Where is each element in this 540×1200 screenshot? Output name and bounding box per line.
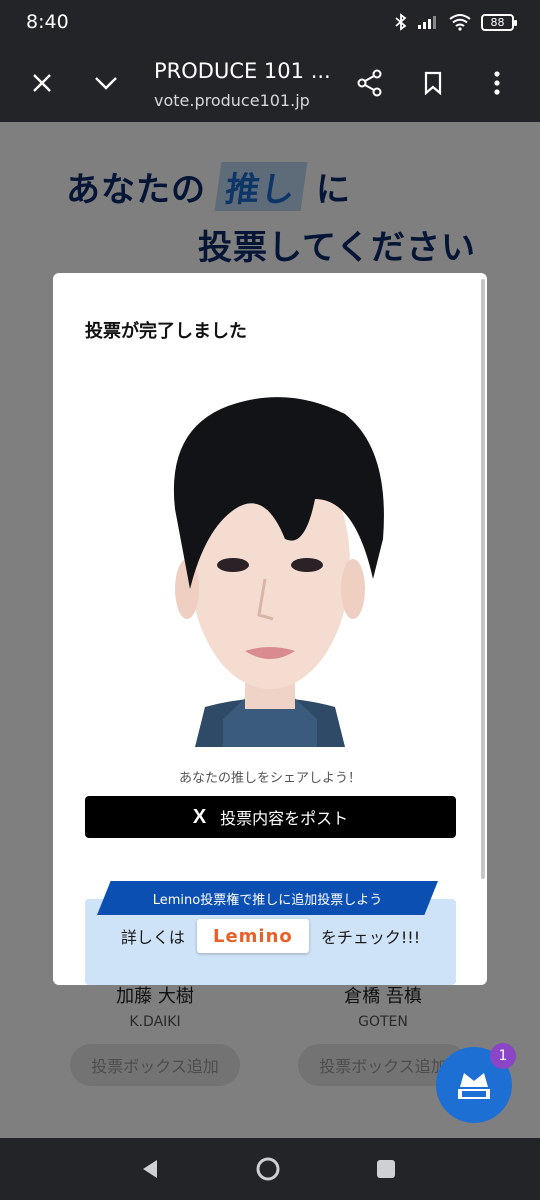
page-title[interactable]: PRODUCE 101 ... bbox=[154, 59, 331, 83]
close-icon[interactable] bbox=[20, 61, 64, 105]
vote-count-badge: 1 bbox=[490, 1043, 516, 1069]
signal-icon bbox=[418, 16, 436, 29]
lemino-logo[interactable]: Lemino bbox=[196, 919, 309, 953]
lemino-banner[interactable]: Lemino投票権で推しに追加投票しよう 詳しくは Lemino をチェック!!… bbox=[85, 881, 456, 985]
share-icon[interactable] bbox=[348, 61, 392, 105]
post-vote-button[interactable]: X 投票内容をポスト bbox=[85, 796, 456, 838]
screen: 8:40 88 PRODUCE 101 ... vote.produce101.… bbox=[0, 0, 540, 1200]
web-page: あなたの推しに 投票してください 加藤 大樹 K.DAIKI 投票ボックス追加 … bbox=[0, 122, 540, 1138]
home-icon[interactable] bbox=[251, 1152, 285, 1186]
lemino-cta: 詳しくは Lemino をチェック!!! bbox=[85, 919, 456, 953]
modal-scrollbar[interactable] bbox=[481, 279, 485, 879]
wifi-icon bbox=[449, 14, 471, 31]
status-icons: 88 bbox=[394, 13, 517, 31]
status-time: 8:40 bbox=[26, 11, 69, 33]
recents-icon[interactable] bbox=[369, 1152, 403, 1186]
lemino-suffix: をチェック!!! bbox=[320, 928, 421, 947]
vote-box-fab[interactable]: 1 bbox=[436, 1043, 516, 1123]
bluetooth-icon bbox=[395, 13, 407, 31]
lemino-prefix: 詳しくは bbox=[120, 928, 185, 947]
status-bar: 8:40 88 bbox=[0, 0, 540, 44]
candidate-portrait bbox=[145, 389, 395, 747]
share-prompt: あなたの推しをシェアしよう！ bbox=[178, 771, 361, 786]
back-icon[interactable] bbox=[133, 1152, 167, 1186]
lemino-ribbon: Lemino投票権で推しに追加投票しよう bbox=[97, 881, 438, 915]
crown-box-icon bbox=[458, 1073, 490, 1099]
modal-title: 投票が完了しました bbox=[85, 321, 247, 342]
page-url[interactable]: vote.produce101.jp bbox=[154, 91, 310, 110]
battery-icon: 88 bbox=[481, 13, 517, 31]
more-options-icon[interactable] bbox=[475, 61, 519, 105]
vote-complete-modal: 投票が完了しました あなたの推しをシェアしよう！ X 投票内容をポスト Lemi… bbox=[53, 273, 487, 985]
bookmark-icon[interactable] bbox=[411, 61, 455, 105]
post-vote-label: 投票内容をポスト bbox=[220, 811, 349, 828]
x-logo-icon: X bbox=[192, 805, 207, 828]
system-nav-bar bbox=[0, 1138, 540, 1200]
chevron-down-icon[interactable] bbox=[84, 61, 128, 105]
browser-toolbar: PRODUCE 101 ... vote.produce101.jp bbox=[0, 44, 540, 122]
